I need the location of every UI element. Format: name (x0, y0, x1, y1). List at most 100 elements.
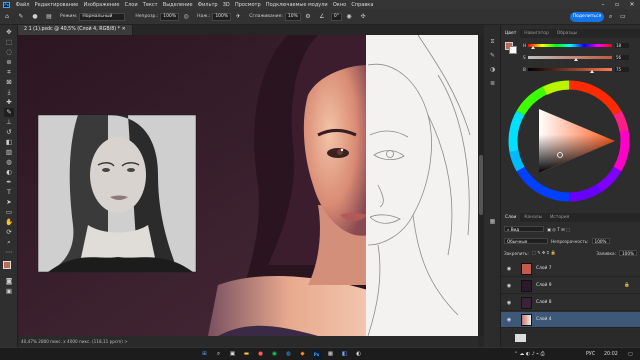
maximize-icon[interactable]: ▫ (610, 0, 624, 9)
flow-field[interactable]: 100% (212, 12, 232, 21)
menu-file[interactable]: Файл (13, 2, 32, 8)
opacity-field[interactable]: 100% (160, 12, 180, 21)
gradient-tool-icon[interactable]: ▥ (4, 148, 14, 157)
layer-row[interactable]: ◉ Слой 8 (501, 295, 640, 311)
zoom-tool-icon[interactable]: ⌕ (4, 238, 14, 247)
language-indicator[interactable]: РУС (586, 348, 595, 360)
search-icon[interactable]: ⌕ (609, 13, 612, 21)
color-background-swatch[interactable] (509, 46, 517, 54)
path-select-icon[interactable]: ➤ (4, 198, 14, 207)
layer-row-selected[interactable]: ◉ Слой 4 (501, 312, 640, 328)
fill-field[interactable]: 100% (619, 250, 637, 256)
marquee-tool-icon[interactable]: ⬚ (4, 38, 14, 47)
adjustments-panel-icon[interactable]: ◑ (488, 65, 497, 74)
brush-settings-icon[interactable]: ▤ (45, 13, 53, 21)
layer-filter-icons[interactable]: ▣ ◎ T ⊞ ⬚ (547, 227, 570, 232)
foreground-color-swatch[interactable] (3, 261, 11, 269)
tab-history[interactable]: История (546, 213, 573, 222)
home-icon[interactable]: ⌂ (3, 13, 11, 21)
frame-tool-icon[interactable]: ⊠ (4, 78, 14, 87)
close-icon[interactable]: ✕ (625, 0, 639, 9)
airbrush-icon[interactable]: ✈ (234, 13, 242, 21)
share-button[interactable]: Поделиться (570, 12, 604, 22)
tab-navigator[interactable]: Навигатор (520, 29, 552, 38)
hue-track[interactable] (528, 43, 612, 49)
explorer-icon[interactable]: ▬ (242, 350, 251, 359)
menu-3d[interactable]: 3D (220, 2, 232, 8)
tab-close-icon[interactable]: ✕ (122, 27, 126, 32)
photoshop-taskbar-icon[interactable]: Ps (312, 350, 321, 359)
menu-layers[interactable]: Слои (122, 2, 140, 8)
saturation-value[interactable]: 56 (615, 54, 629, 60)
visibility-eye-icon[interactable]: ◉ (504, 300, 514, 306)
menu-text[interactable]: Текст (140, 2, 160, 8)
lasso-tool-icon[interactable]: ◌ (4, 48, 14, 57)
menu-view[interactable]: Просмотр (232, 2, 263, 8)
smoothing-field[interactable]: 10% (284, 12, 301, 21)
layer-filter-select[interactable]: ⌕ Вид (504, 226, 544, 232)
layer-row[interactable]: ◉ Слой 9 🔒 (501, 278, 640, 294)
saturation-knob[interactable] (574, 58, 578, 61)
pressure-opacity-icon[interactable]: ◎ (182, 13, 190, 21)
brushes-panel-icon[interactable]: ✎ (488, 51, 497, 60)
search-taskbar-icon[interactable]: ⌕ (214, 350, 223, 359)
healing-tool-icon[interactable]: ✚ (4, 98, 14, 107)
move-tool-icon[interactable]: ✥ (4, 28, 14, 37)
visibility-eye-icon[interactable]: ◉ (504, 283, 514, 289)
brightness-track[interactable] (528, 67, 612, 73)
brush-tool-icon[interactable]: ✎ (4, 108, 14, 117)
rotate-view-icon[interactable]: ⟳ (4, 228, 14, 237)
taskview-icon[interactable]: ▣ (228, 350, 237, 359)
shape-tool-icon[interactable]: ▭ (4, 208, 14, 217)
color-wheel[interactable] (505, 77, 633, 205)
clock[interactable]: 20:02 (604, 348, 618, 360)
angle-field[interactable]: 0° (330, 12, 343, 21)
eyedropper-tool-icon[interactable]: ⤓ (4, 88, 14, 97)
workspace-icon[interactable]: ▭ (620, 13, 626, 20)
blur-tool-icon[interactable]: ◍ (4, 158, 14, 167)
dodge-tool-icon[interactable]: ◐ (4, 168, 14, 177)
menu-select[interactable]: Выделение (160, 2, 195, 8)
tab-swatches[interactable]: Образцы (553, 29, 581, 38)
visibility-eye-icon[interactable]: ◉ (504, 266, 514, 272)
menu-image[interactable]: Изображение (81, 2, 122, 8)
libraries-panel-icon[interactable]: ▦ (488, 217, 497, 226)
brush-tool-icon[interactable]: ✎ (17, 13, 25, 21)
scrollbar-thumb[interactable] (479, 155, 483, 215)
menu-plugins[interactable]: Подключаемые модули (263, 2, 330, 8)
hue-knob[interactable] (531, 46, 535, 49)
start-icon[interactable]: ⊞ (200, 350, 209, 359)
layer-opacity-field[interactable]: 100% (591, 238, 610, 244)
app-icon[interactable]: ● (256, 350, 265, 359)
notifications-icon[interactable]: ▢ (628, 348, 633, 360)
more-tools-icon[interactable]: ⋯ (4, 248, 14, 257)
pressure-size-icon[interactable]: ◉ (345, 13, 353, 21)
spotify-icon[interactable]: ◉ (270, 350, 279, 359)
type-tool-icon[interactable]: T (4, 188, 14, 197)
brush-size-icon[interactable]: ● (31, 13, 39, 21)
tab-color[interactable]: Цвет (501, 29, 521, 38)
menu-filter[interactable]: Фильтр (195, 2, 220, 8)
visibility-eye-icon[interactable]: ◉ (504, 317, 514, 323)
smoothing-settings-icon[interactable]: ⚙ (304, 13, 312, 21)
app5-icon[interactable]: ◐ (354, 350, 363, 359)
history-panel-icon[interactable]: ⧖ (488, 37, 497, 46)
app4-icon[interactable]: ◧ (340, 350, 349, 359)
symmetry-icon[interactable]: ✣ (359, 13, 367, 21)
eraser-tool-icon[interactable]: ◧ (4, 138, 14, 147)
tray-icons[interactable]: ⌃ ☁ ◐ ♪ ⌁ ⎙ (514, 348, 544, 360)
crop-tool-icon[interactable]: ⌗ (4, 68, 14, 77)
brightness-value[interactable]: 75 (615, 66, 629, 72)
history-brush-icon[interactable]: ↺ (4, 128, 14, 137)
app2-icon[interactable]: ◆ (298, 350, 307, 359)
app3-icon[interactable]: ▦ (326, 350, 335, 359)
stamp-tool-icon[interactable]: ⊥ (4, 118, 14, 127)
pen-tool-icon[interactable]: ✒ (4, 178, 14, 187)
blend-mode-select[interactable]: Обычные (504, 238, 548, 244)
menu-help[interactable]: Справка (349, 2, 376, 8)
properties-panel-icon[interactable]: ≣ (488, 79, 497, 88)
menu-edit[interactable]: Редактирование (32, 2, 81, 8)
hand-tool-icon[interactable]: ✋ (4, 218, 14, 227)
menu-window[interactable]: Окно (330, 2, 348, 8)
screen-mode-icon[interactable]: ▣ (4, 287, 14, 296)
